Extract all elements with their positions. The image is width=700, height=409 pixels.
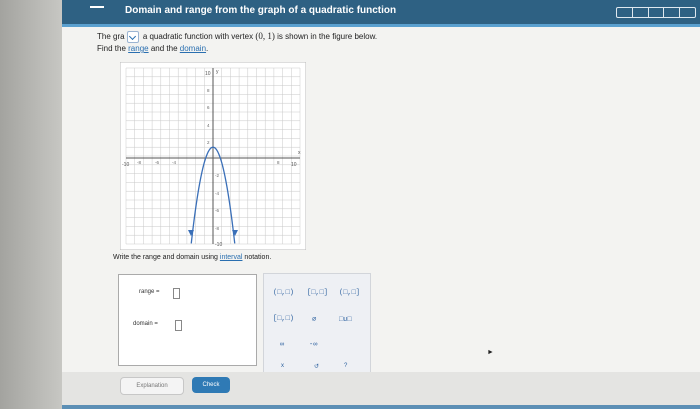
clear-button[interactable]: x bbox=[281, 363, 284, 369]
instructions: Write the range and domain using interva… bbox=[113, 254, 271, 261]
instruction-text: Write the range and domain using bbox=[113, 254, 218, 261]
infinity-button[interactable]: ∞ bbox=[280, 341, 284, 349]
mouse-cursor-icon: ► bbox=[487, 349, 494, 356]
half-open-right-button[interactable]: (□,□] bbox=[339, 289, 360, 297]
x-tick-label: -6 bbox=[155, 160, 159, 165]
y-tick-label: -4 bbox=[215, 191, 219, 196]
x-tick-label: -4 bbox=[172, 160, 176, 165]
interval-link[interactable]: interval bbox=[220, 254, 243, 261]
y-tick-label: -2 bbox=[215, 173, 219, 178]
open-interval-button[interactable]: (□,□) bbox=[273, 289, 294, 297]
domain-input[interactable] bbox=[175, 320, 182, 331]
y-axis-max-label: 10 bbox=[205, 71, 211, 77]
undo-icon[interactable]: ↺ bbox=[314, 363, 319, 370]
accent-bar bbox=[62, 24, 700, 27]
chevron-down-icon[interactable] bbox=[126, 30, 139, 43]
monitor-bezel bbox=[0, 0, 62, 409]
negative-infinity-button[interactable]: -∞ bbox=[309, 341, 317, 349]
x-axis-min-label: -10 bbox=[122, 162, 129, 168]
instruction-text-end: notation. bbox=[244, 254, 272, 261]
x-axis-max-label: 10 bbox=[291, 162, 297, 168]
half-open-left-button[interactable]: [□,□) bbox=[273, 315, 294, 323]
help-button[interactable]: ? bbox=[344, 363, 347, 369]
bottom-bar bbox=[62, 405, 700, 409]
coordinate-graph: 10 y -10 -10 10 x 8 6 4 2 -8 -6 -4 8 -2 … bbox=[120, 62, 306, 250]
problem-text-start: The gra bbox=[97, 32, 125, 41]
closed-interval-button[interactable]: [□,□] bbox=[307, 289, 328, 297]
problem-find: Find the bbox=[97, 44, 126, 53]
vertex-value: (0, 1) bbox=[255, 31, 275, 41]
page-title: Domain and range from the graph of a qua… bbox=[125, 5, 397, 16]
menu-icon[interactable] bbox=[90, 6, 104, 8]
y-axis-min-label: -10 bbox=[215, 242, 222, 248]
range-label: range = bbox=[139, 289, 160, 295]
explanation-button[interactable]: Explanation bbox=[120, 377, 184, 395]
range-input[interactable] bbox=[173, 288, 180, 299]
answer-box: range = domain = bbox=[118, 274, 257, 366]
y-tick-label: -8 bbox=[215, 226, 219, 231]
x-tick-label: -8 bbox=[137, 160, 141, 165]
domain-link[interactable]: domain bbox=[180, 44, 206, 53]
problem-statement: The gra a quadratic function with vertex… bbox=[97, 30, 377, 55]
problem-text-mid: a quadratic function with vertex bbox=[142, 32, 254, 41]
empty-set-button[interactable]: ∅ bbox=[312, 315, 316, 324]
progress-icon bbox=[616, 7, 696, 18]
problem-line-2: Find the range and the domain. bbox=[97, 44, 209, 53]
check-button[interactable]: Check bbox=[192, 377, 230, 393]
math-palette: (□,□) [□,□] (□,□] [□,□) ∅ □∪□ ∞ -∞ x ↺ ? bbox=[263, 273, 371, 375]
union-button[interactable]: □∪□ bbox=[339, 315, 352, 324]
problem-and: and the bbox=[150, 44, 178, 53]
y-tick-label: -6 bbox=[215, 208, 219, 213]
domain-label: domain = bbox=[133, 321, 158, 327]
problem-text-end: is shown in the figure below. bbox=[277, 32, 378, 41]
range-link[interactable]: range bbox=[128, 44, 148, 53]
problem-line-1: The gra a quadratic function with vertex… bbox=[97, 30, 377, 43]
